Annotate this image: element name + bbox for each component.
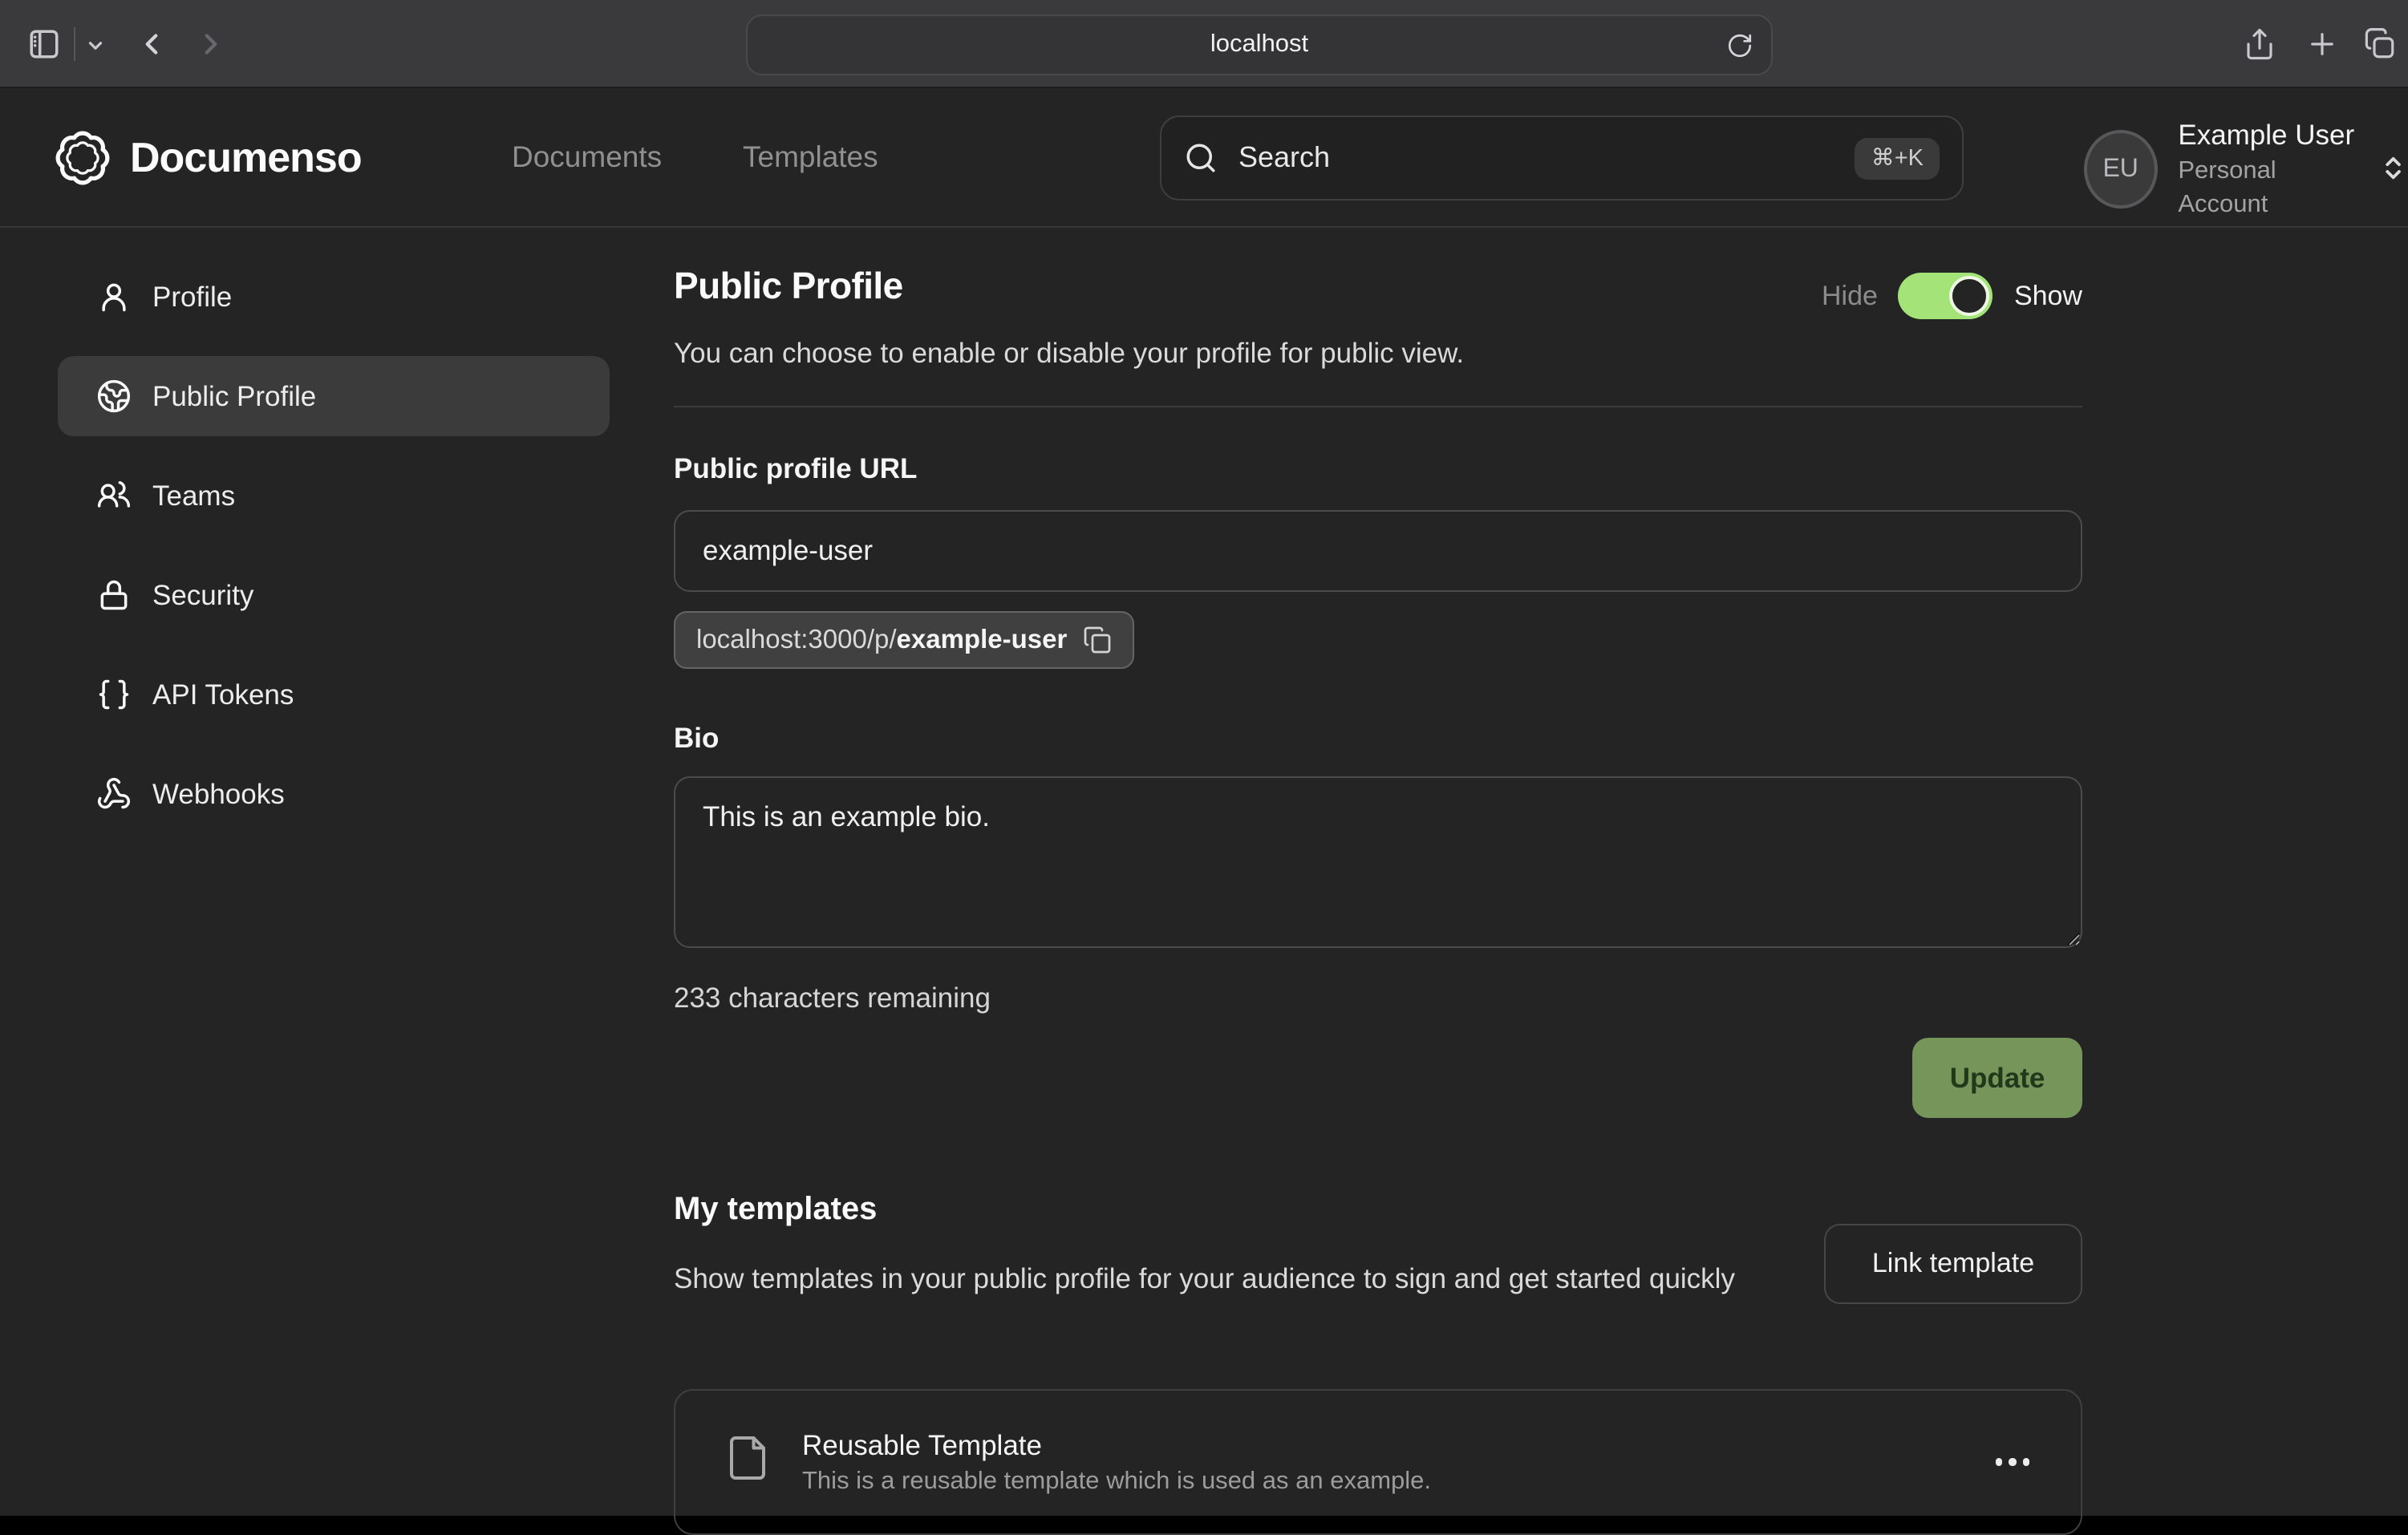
- nav-documents[interactable]: Documents: [512, 140, 662, 175]
- profile-link-prefix: localhost:3000/p/: [696, 625, 897, 655]
- file-icon: [724, 1433, 772, 1491]
- tab-overview-icon[interactable]: [2363, 27, 2397, 61]
- profile-visibility-toggle-row: Hide Show: [1822, 273, 2082, 319]
- new-tab-icon[interactable]: [2305, 27, 2339, 61]
- app-window: localhost Documenso Documents Te: [0, 0, 2408, 1516]
- template-name: Reusable Template: [802, 1425, 1992, 1464]
- page-description: You can choose to enable or disable your…: [674, 337, 1464, 371]
- copy-icon[interactable]: [1083, 626, 1112, 654]
- my-templates-title: My templates: [674, 1192, 877, 1229]
- brand[interactable]: Documenso: [53, 128, 362, 188]
- user-icon: [96, 279, 132, 314]
- avatar: EU: [2084, 130, 2157, 209]
- brand-name: Documenso: [130, 133, 362, 183]
- sidebar-item-public-profile[interactable]: Public Profile: [58, 356, 610, 436]
- my-templates-description: Show templates in your public profile fo…: [674, 1258, 1797, 1301]
- bio-label: Bio: [674, 722, 719, 755]
- visibility-toggle[interactable]: [1899, 273, 1993, 319]
- back-icon[interactable]: [135, 27, 168, 61]
- sidebar-item-api-tokens[interactable]: API Tokens: [58, 654, 610, 735]
- app-header: Documenso Documents Templates Search ⌘+K…: [0, 90, 2408, 228]
- documenso-logo-icon: [53, 128, 112, 188]
- globe-icon: [96, 379, 132, 414]
- template-description: This is a reusable template which is use…: [802, 1464, 1992, 1499]
- nav-templates[interactable]: Templates: [743, 140, 878, 175]
- address-url: localhost: [1210, 30, 1308, 59]
- bio-characters-remaining: 233 characters remaining: [674, 982, 991, 1015]
- sidebar-item-profile[interactable]: Profile: [58, 257, 610, 337]
- sidebar-item-webhooks[interactable]: Webhooks: [58, 754, 610, 834]
- toolbar-divider: [74, 27, 75, 61]
- link-template-button[interactable]: Link template: [1824, 1224, 2082, 1304]
- address-bar[interactable]: localhost: [746, 14, 1773, 75]
- toggle-show-label: Show: [2014, 280, 2082, 312]
- account-name: Example User: [2178, 117, 2357, 154]
- sidebar-item-teams[interactable]: Teams: [58, 456, 610, 536]
- braces-icon: [96, 677, 132, 712]
- webhook-icon: [96, 776, 132, 812]
- toggle-hide-label: Hide: [1822, 280, 1878, 312]
- update-button[interactable]: Update: [1912, 1038, 2082, 1118]
- profile-link-chip[interactable]: localhost:3000/p/example-user: [674, 611, 1134, 669]
- settings-sidebar: Profile Public Profile Teams Security AP…: [58, 257, 610, 853]
- search-shortcut-badge: ⌘+K: [1855, 137, 1940, 179]
- reload-icon[interactable]: [1726, 32, 1753, 59]
- template-actions-menu[interactable]: [1992, 1449, 2033, 1476]
- template-row: Reusable Template This is a reusable tem…: [674, 1389, 2082, 1535]
- toggle-knob: [1950, 276, 1990, 316]
- profile-url-input[interactable]: [674, 510, 2082, 592]
- users-icon: [96, 478, 132, 513]
- browser-toolbar: localhost: [0, 0, 2408, 88]
- sidebar-item-security[interactable]: Security: [58, 555, 610, 635]
- chevron-down-icon[interactable]: [85, 35, 106, 56]
- search-placeholder: Search: [1238, 141, 1855, 175]
- bio-textarea[interactable]: This is an example bio.: [674, 776, 2082, 948]
- account-type: Personal Account: [2178, 154, 2357, 221]
- section-divider: [674, 406, 2082, 407]
- forward-icon[interactable]: [194, 27, 228, 61]
- page-title: Public Profile: [674, 265, 903, 308]
- search-icon: [1184, 141, 1218, 175]
- account-menu[interactable]: EU Example User Personal Account: [2084, 117, 2408, 221]
- profile-link-slug: example-user: [897, 625, 1068, 655]
- share-icon[interactable]: [2243, 27, 2276, 61]
- sidebar-toggle-icon[interactable]: [27, 27, 61, 61]
- lock-icon: [96, 577, 132, 613]
- search-input[interactable]: Search ⌘+K: [1160, 115, 1964, 200]
- profile-url-label: Public profile URL: [674, 452, 917, 486]
- chevrons-up-down-icon: [2380, 154, 2408, 184]
